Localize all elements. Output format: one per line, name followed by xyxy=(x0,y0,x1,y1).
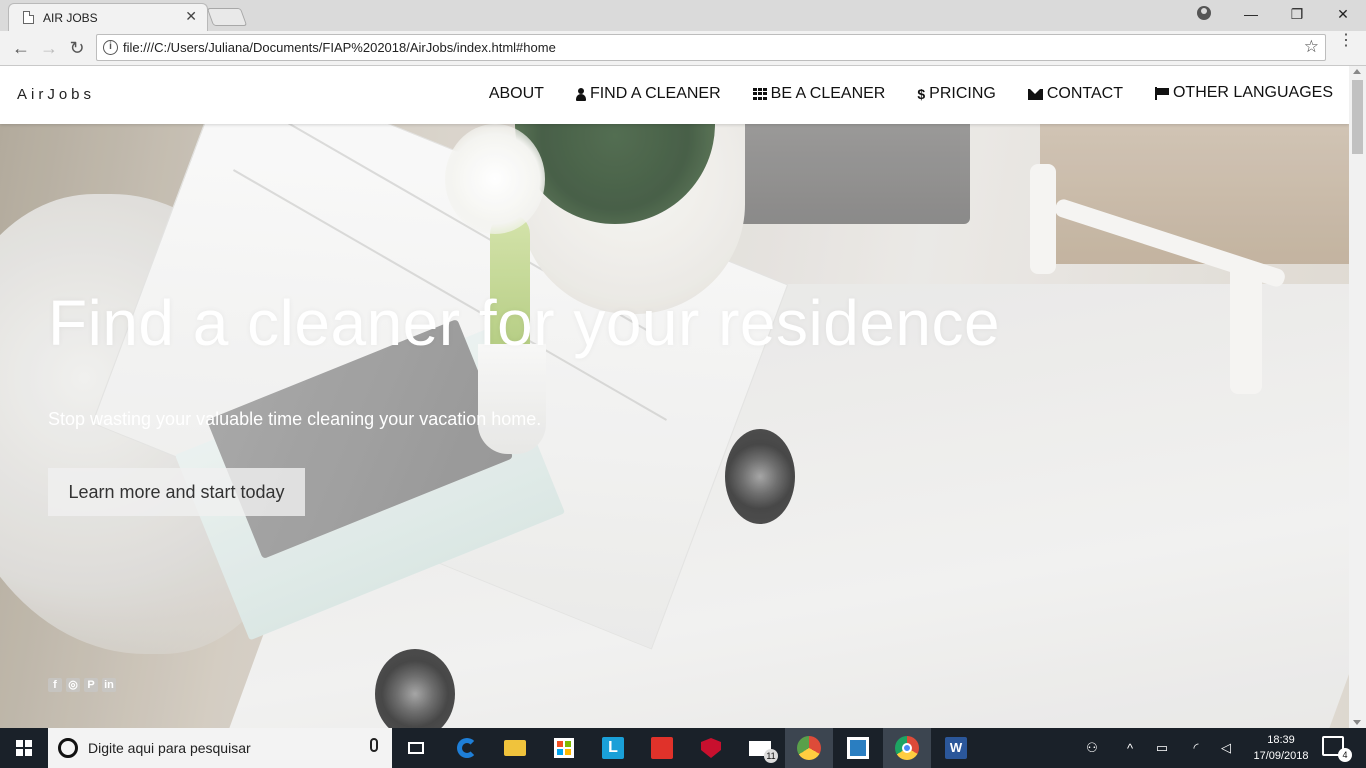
chrome-profile-button[interactable] xyxy=(785,728,833,768)
instagram-icon[interactable]: ◎ xyxy=(66,678,80,692)
nav-other-languages[interactable]: OTHER LANGUAGES xyxy=(1154,83,1333,103)
close-window-button[interactable]: ✕ xyxy=(1320,0,1366,28)
edge-icon xyxy=(457,738,477,758)
new-tab-button[interactable] xyxy=(206,8,248,26)
task-view-icon xyxy=(408,742,424,754)
l-app-button[interactable]: L xyxy=(589,728,637,768)
tab-close-icon[interactable]: ✕ xyxy=(185,8,197,25)
office-app-button[interactable] xyxy=(638,728,686,768)
page-viewport: AirJobs ABOUT FIND A CLEANER BE A CLEANE… xyxy=(0,66,1349,728)
edge-button[interactable] xyxy=(443,728,491,768)
pinterest-icon[interactable]: P xyxy=(84,678,98,692)
nav-find-cleaner[interactable]: FIND A CLEANER xyxy=(575,85,721,103)
windows-taskbar: Digite aqui para pesquisar L 11 W ⚇ ^ ▭ … xyxy=(0,728,1366,768)
envelope-icon xyxy=(1027,88,1043,100)
clock-date: 17/09/2018 xyxy=(1253,750,1309,762)
nav-other-languages-label: OTHER LANGUAGES xyxy=(1172,84,1333,101)
back-button[interactable]: ← xyxy=(10,37,32,59)
account-icon[interactable] xyxy=(1197,6,1211,20)
word-button[interactable]: W xyxy=(932,728,980,768)
clock-time: 18:39 xyxy=(1267,734,1295,746)
mcafee-button[interactable] xyxy=(687,728,735,768)
minimize-button[interactable]: — xyxy=(1228,0,1274,28)
browser-tab[interactable]: AIR JOBS ✕ xyxy=(8,3,208,31)
bookmark-star-icon[interactable]: ☆ xyxy=(1304,37,1319,57)
site-navbar: AirJobs ABOUT FIND A CLEANER BE A CLEANE… xyxy=(0,66,1349,124)
hero-subtitle: Stop wasting your valuable time cleaning… xyxy=(48,409,542,429)
social-links: f ◎ P in xyxy=(48,678,116,692)
hero-section: Find a cleaner for your residence Stop w… xyxy=(0,124,1349,728)
page-scrollbar[interactable] xyxy=(1349,66,1366,728)
learn-more-button[interactable]: Learn more and start today xyxy=(48,468,305,516)
mail-button[interactable]: 11 xyxy=(736,728,784,768)
volume-icon[interactable]: ◁ xyxy=(1214,728,1238,768)
windows-logo-icon xyxy=(16,740,32,756)
url-text[interactable]: file:///C:/Users/Juliana/Documents/FIAP%… xyxy=(123,40,556,55)
battery-icon[interactable]: ▭ xyxy=(1150,728,1174,768)
store-button[interactable] xyxy=(540,728,588,768)
bracket-app-icon xyxy=(847,737,869,759)
file-explorer-icon xyxy=(504,740,526,756)
browser-titlebar: AIR JOBS ✕ — ❐ ✕ xyxy=(0,0,1366,31)
tab-title: AIR JOBS xyxy=(43,11,98,25)
nav-find-cleaner-label: FIND A CLEANER xyxy=(589,85,721,102)
notification-center-icon[interactable]: 4 xyxy=(1322,736,1352,762)
nav-contact-label: CONTACT xyxy=(1046,85,1123,102)
dollar-icon: $ xyxy=(917,86,926,102)
address-bar[interactable]: i file:///C:/Users/Juliana/Documents/FIA… xyxy=(96,34,1326,61)
nav-contact[interactable]: CONTACT xyxy=(1027,85,1123,103)
brand-logo[interactable]: AirJobs xyxy=(17,86,95,103)
scroll-up-icon[interactable] xyxy=(1353,69,1361,74)
browser-toolbar: ← → ↻ i file:///C:/Users/Juliana/Documen… xyxy=(0,31,1366,66)
user-icon xyxy=(575,87,586,101)
chrome-profile-icon xyxy=(797,736,821,760)
nav-about-label: ABOUT xyxy=(488,85,544,102)
notification-badge: 4 xyxy=(1338,748,1352,762)
maximize-button[interactable]: ❐ xyxy=(1274,0,1320,28)
office-app-icon xyxy=(651,737,673,759)
mail-badge: 11 xyxy=(764,749,778,763)
facebook-icon[interactable]: f xyxy=(48,678,62,692)
chrome-button[interactable] xyxy=(883,728,931,768)
scroll-thumb[interactable] xyxy=(1352,80,1363,154)
wifi-icon[interactable]: ◜ xyxy=(1184,728,1208,768)
nav-pricing[interactable]: $ PRICING xyxy=(917,85,995,103)
file-explorer-button[interactable] xyxy=(491,728,539,768)
nav-pricing-label: PRICING xyxy=(929,85,996,102)
nav-links: ABOUT FIND A CLEANER BE A CLEANER $ PRIC… xyxy=(457,83,1333,103)
grid-icon xyxy=(752,88,767,100)
chrome-icon xyxy=(895,736,919,760)
reload-button[interactable]: ↻ xyxy=(66,37,88,59)
task-view-button[interactable] xyxy=(392,728,440,768)
taskbar-clock[interactable]: 18:39 17/09/2018 xyxy=(1244,732,1318,764)
nav-about[interactable]: ABOUT xyxy=(489,85,544,103)
info-icon[interactable]: i xyxy=(103,40,118,55)
hero-title: Find a cleaner for your residence xyxy=(48,287,1001,359)
people-icon[interactable]: ⚇ xyxy=(1080,728,1104,768)
cortana-icon xyxy=(58,738,78,758)
nav-be-cleaner-label: BE A CLEANER xyxy=(770,85,886,102)
browser-menu-icon[interactable]: ⋮ xyxy=(1338,33,1354,49)
l-app-icon: L xyxy=(602,737,624,759)
linkedin-icon[interactable]: in xyxy=(102,678,116,692)
nav-be-cleaner[interactable]: BE A CLEANER xyxy=(752,85,886,103)
search-placeholder: Digite aqui para pesquisar xyxy=(88,740,251,756)
chevron-up-icon[interactable]: ^ xyxy=(1120,728,1140,768)
scroll-down-icon[interactable] xyxy=(1353,720,1361,725)
taskbar-search[interactable]: Digite aqui para pesquisar xyxy=(48,728,392,768)
flag-icon xyxy=(1154,86,1169,100)
forward-button[interactable]: → xyxy=(38,37,60,59)
store-icon xyxy=(554,738,574,758)
bracket-app-button[interactable] xyxy=(834,728,882,768)
word-icon: W xyxy=(945,737,967,759)
mcafee-icon xyxy=(701,738,721,758)
page-icon xyxy=(23,11,34,24)
start-button[interactable] xyxy=(0,728,48,768)
microphone-icon[interactable] xyxy=(370,738,378,752)
